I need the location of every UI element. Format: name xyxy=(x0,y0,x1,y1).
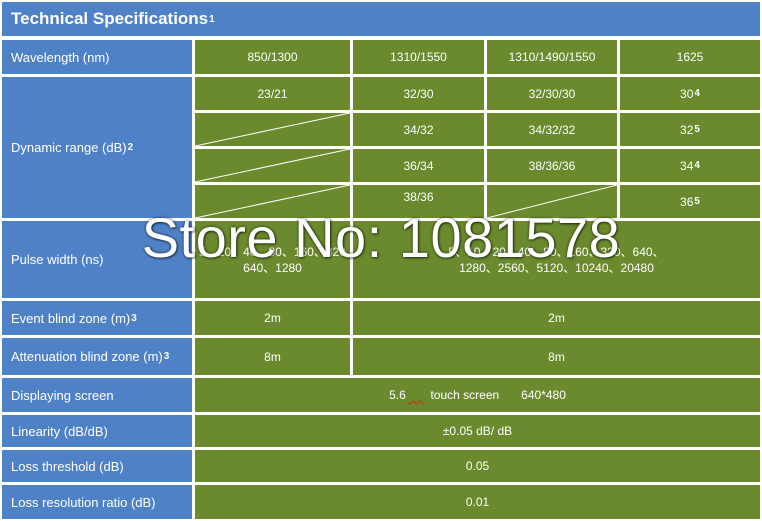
linearity-label-text: Linearity (dB/dB) xyxy=(11,423,108,439)
loss-threshold-label: Loss threshold (dB) xyxy=(2,450,192,482)
table-title: Technical Specifications 1 xyxy=(2,2,760,36)
event-blind-v1: 2m xyxy=(195,301,350,335)
title-note: 1 xyxy=(209,13,215,25)
dr-r2-c3: 34/32/32 xyxy=(487,113,617,146)
display-label: Displaying screen xyxy=(2,378,192,412)
diagonal-line xyxy=(195,113,350,146)
dr-r3-c1-empty xyxy=(195,149,350,182)
wavelength-850: 850/1300 xyxy=(195,40,350,74)
event-blind-v2: 2m xyxy=(353,301,760,335)
wavelength-1490: 1310/1490/1550 xyxy=(487,40,617,74)
display-value: 5.6 touch screen 640*480 xyxy=(195,378,760,412)
dr-r3-c4-text: 34 xyxy=(680,158,694,173)
wavelength-label: Wavelength (nm) xyxy=(2,40,192,74)
atten-blind-label: Attenuation blind zone (m) 3 xyxy=(2,338,192,375)
dr-r4-c4-text: 36 xyxy=(680,194,694,209)
dynamic-range-label-text: Dynamic range (dB) xyxy=(11,140,127,155)
display-resolution: 640*480 xyxy=(521,388,566,402)
atten-blind-v2: 8m xyxy=(353,338,760,375)
loss-threshold-value: 0.05 xyxy=(195,450,760,482)
event-blind-label: Event blind zone (m) 3 xyxy=(2,301,192,335)
linearity-label: Linearity (dB/dB) xyxy=(2,415,192,447)
title-text: Technical Specifications xyxy=(11,9,209,28)
display-size: 5.6 xyxy=(389,388,406,402)
linearity-value: ±0.05 dB/ dB xyxy=(195,415,760,447)
wavelength-label-text: Wavelength (nm) xyxy=(11,49,110,65)
dr-r4-c3-empty xyxy=(487,185,617,218)
pulse-width-v2-line2: 1280、2560、5120、10240、20480 xyxy=(459,260,654,275)
dr-r4-c4-note: 5 xyxy=(694,196,700,207)
dynamic-range-label: Dynamic range (dB) 2 xyxy=(2,77,192,218)
dr-r4-c4: 36 5 xyxy=(620,185,760,218)
inch-mark xyxy=(408,388,425,402)
dr-r1-c4-text: 30 xyxy=(680,86,694,101)
display-touch: touch screen xyxy=(430,388,500,402)
loss-resolution-value: 0.01 xyxy=(195,485,760,519)
pulse-width-v1: 5、20、40、80、160、320 640、1280 xyxy=(195,221,350,298)
dr-r2-c2: 34/32 xyxy=(353,113,484,146)
spec-table: Technical Specifications 1 Wavelength (nm… xyxy=(0,0,762,521)
event-blind-note: 3 xyxy=(131,312,137,324)
dr-r2-c4-text: 32 xyxy=(680,122,694,137)
dr-r3-c3: 38/36/36 xyxy=(487,149,617,182)
pulse-width-v2-line1: 5、10、20、40、80、160、320、640、 xyxy=(448,244,665,259)
pulse-width-label: Pulse width (ns) xyxy=(2,221,192,298)
wavelength-1310: 1310/1550 xyxy=(353,40,484,74)
diagonal-line xyxy=(195,149,350,182)
diagonal-line xyxy=(195,185,350,218)
dr-r1-c2: 32/30 xyxy=(353,77,484,110)
dynamic-range-note: 2 xyxy=(127,142,134,153)
dr-r4-c1-empty xyxy=(195,185,350,218)
dr-r4-c2: 38/36 xyxy=(353,185,484,218)
pulse-width-v2: 5、10、20、40、80、160、320、640、 1280、2560、512… xyxy=(353,221,760,298)
pulse-width-v1-line1: 5、20、40、80、160、320 xyxy=(199,244,346,259)
event-blind-label-text: Event blind zone (m) xyxy=(11,310,131,326)
dr-r2-c4-note: 5 xyxy=(694,124,700,135)
dr-r3-c4-note: 4 xyxy=(694,160,700,171)
dr-r2-c1-empty xyxy=(195,113,350,146)
dr-r2-c4: 32 5 xyxy=(620,113,760,146)
atten-blind-note: 3 xyxy=(163,351,170,362)
dr-r1-c1: 23/21 xyxy=(195,77,350,110)
loss-resolution-label-text: Loss resolution ratio (dB) xyxy=(11,494,156,510)
dr-r3-c4: 34 4 xyxy=(620,149,760,182)
wavelength-1625: 1625 xyxy=(620,40,760,74)
dr-r1-c3: 32/30/30 xyxy=(487,77,617,110)
dr-r1-c4-note: 4 xyxy=(694,88,700,99)
dr-r1-c4: 30 4 xyxy=(620,77,760,110)
atten-blind-label-text: Attenuation blind zone (m) xyxy=(11,349,163,364)
diagonal-line xyxy=(487,185,617,218)
dr-r3-c2: 36/34 xyxy=(353,149,484,182)
display-label-text: Displaying screen xyxy=(11,387,114,403)
loss-resolution-label: Loss resolution ratio (dB) xyxy=(2,485,192,519)
pulse-width-v1-line2: 640、1280 xyxy=(243,260,302,275)
atten-blind-v1: 8m xyxy=(195,338,350,375)
pulse-width-label-text: Pulse width (ns) xyxy=(11,252,104,267)
loss-threshold-label-text: Loss threshold (dB) xyxy=(11,458,124,474)
